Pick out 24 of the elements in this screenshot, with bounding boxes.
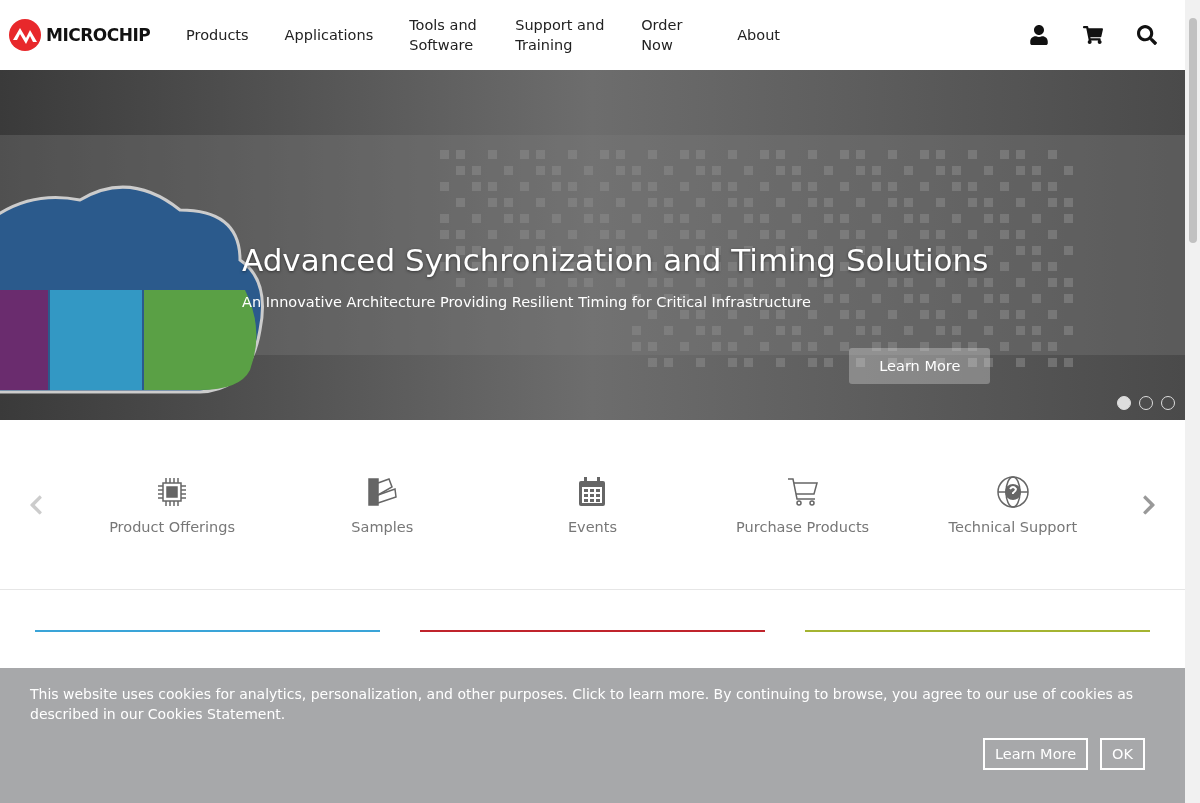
cookie-button[interactable]: OK [1100,738,1145,770]
hero-subtitle: An Innovative Architecture Providing Resilient Timing for Critical Infrastructure [242,294,812,310]
nav-link[interactable]: Tools and Software [391,15,498,55]
scrollbar[interactable] [1185,0,1200,803]
nav-link[interactable]: About [719,25,799,45]
cookie-text: This website uses cookies for analytics, personalization, and other purposes. Click to learn more. By continuing to browse, you agree to our use of cookies as described in our Cookies Statement. [30,685,1135,724]
quick-link[interactable]: Purchase Products [712,474,893,535]
learn-more-button[interactable]: Learn More [849,348,991,384]
question-globe-icon [995,474,1030,509]
quick-link[interactable]: Product Offerings [82,474,263,535]
cart-icon[interactable] [1083,25,1103,45]
user-icon[interactable] [1029,25,1049,45]
quick-link[interactable]: Events [502,474,683,535]
quick-link[interactable]: Technical Support [922,474,1103,535]
quick-link[interactable]: Samples [292,474,473,535]
nav-link[interactable]: Order Now [623,15,720,55]
search-icon[interactable] [1137,25,1157,45]
nav-link[interactable]: Applications [266,25,392,45]
nav-link[interactable]: Support and Training [497,15,624,55]
logo-wordmark[interactable]: MICROCHIP [46,25,151,45]
hero-title: Advanced Synchronization and Timing Solutions [242,242,989,278]
cookie-button[interactable]: Learn More [983,738,1089,770]
nav-link[interactable]: Products [168,25,267,45]
logo-icon [8,18,42,52]
